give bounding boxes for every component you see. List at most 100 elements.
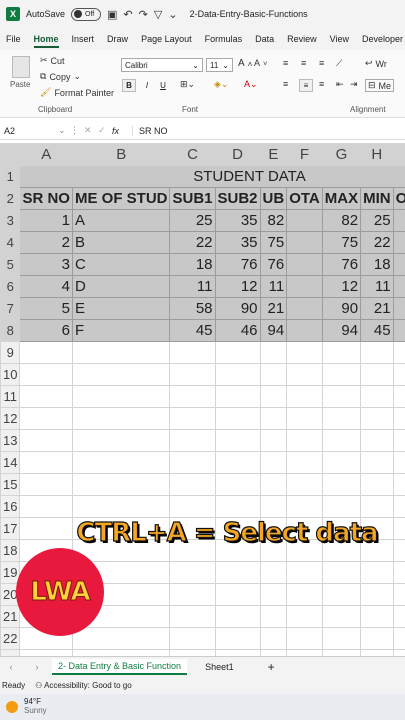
indent-icon[interactable]: ⇤ (336, 79, 344, 90)
cell[interactable]: A (71, 209, 171, 232)
column-header-e[interactable]: E (259, 143, 288, 166)
cell[interactable] (360, 473, 394, 496)
grow-font-icon[interactable]: A ˄ (238, 58, 253, 69)
cell[interactable] (169, 473, 216, 496)
align-left-icon[interactable]: ≡ (283, 79, 288, 89)
cell[interactable] (321, 627, 362, 650)
prev-sheet-icon[interactable]: ‹ (0, 662, 22, 672)
align-bottom-icon[interactable]: ≡ (319, 58, 324, 68)
header-cell[interactable]: UB (259, 187, 288, 210)
row-header[interactable]: 21 (0, 605, 21, 628)
cell[interactable] (71, 627, 171, 650)
accessibility-status[interactable]: ⚇ Accessibility: Good to go (35, 681, 132, 690)
merge-button[interactable]: ⊟ Me (365, 79, 395, 92)
cell[interactable]: 4 (19, 275, 73, 298)
cell[interactable]: E (71, 297, 171, 320)
cell[interactable] (360, 583, 394, 606)
cell[interactable] (286, 341, 323, 364)
cell[interactable] (214, 561, 261, 584)
row-header[interactable]: 4 (0, 231, 21, 254)
cell[interactable] (360, 341, 394, 364)
add-sheet-button[interactable]: + (268, 660, 275, 674)
paste-icon[interactable] (12, 56, 30, 78)
cell[interactable] (214, 341, 261, 364)
cell[interactable] (392, 429, 405, 452)
cell[interactable] (286, 451, 323, 474)
font-color-icon[interactable]: A⌄ (244, 79, 258, 90)
tab-review[interactable]: Review (287, 34, 317, 44)
cell[interactable] (259, 627, 288, 650)
name-box[interactable]: A2 (0, 126, 58, 136)
row-header[interactable]: 11 (0, 385, 21, 408)
header-cell[interactable]: OUN (392, 187, 405, 210)
row-header[interactable]: 22 (0, 627, 21, 650)
cell[interactable] (214, 583, 261, 606)
select-all-corner[interactable] (0, 143, 21, 166)
cell[interactable] (214, 407, 261, 430)
cell[interactable] (392, 407, 405, 430)
cell[interactable] (286, 627, 323, 650)
underline-button[interactable]: U (156, 79, 170, 92)
row-header[interactable]: 5 (0, 253, 21, 276)
undo-icon[interactable]: ↶ (123, 8, 132, 21)
cell[interactable]: 94 (259, 319, 288, 342)
formula-input[interactable]: SR NO (132, 125, 405, 136)
cell[interactable] (169, 385, 216, 408)
cell[interactable] (71, 451, 171, 474)
title-cell[interactable]: STUDENT DATA (19, 165, 405, 188)
tab-insert[interactable]: Insert (72, 34, 95, 44)
cell[interactable] (392, 605, 405, 628)
cell[interactable] (214, 363, 261, 386)
cell[interactable] (19, 407, 73, 430)
cell[interactable]: 25 (169, 209, 216, 232)
cell[interactable]: 75 (259, 231, 288, 254)
cell[interactable] (392, 341, 405, 364)
column-header-d[interactable]: D (214, 143, 261, 166)
cell[interactable] (259, 407, 288, 430)
align-top-icon[interactable]: ≡ (283, 58, 288, 68)
cell[interactable] (286, 319, 323, 342)
cell[interactable] (286, 583, 323, 606)
cell[interactable] (71, 363, 171, 386)
cell[interactable] (214, 473, 261, 496)
tab-home[interactable]: Home (33, 34, 59, 48)
tab-draw[interactable]: Draw (107, 34, 128, 44)
align-center-icon[interactable]: ≡ (299, 79, 313, 92)
cell[interactable]: 3 (392, 253, 405, 276)
cell[interactable] (286, 275, 323, 298)
row-header[interactable]: 14 (0, 451, 21, 474)
save-icon[interactable]: ▣ (107, 8, 117, 21)
row-header[interactable]: 8 (0, 319, 21, 342)
tab-file[interactable]: File (6, 34, 21, 44)
cell[interactable] (71, 429, 171, 452)
cell[interactable] (360, 407, 394, 430)
cell[interactable] (360, 429, 394, 452)
cell[interactable] (360, 605, 394, 628)
cell[interactable] (360, 627, 394, 650)
cell[interactable] (321, 605, 362, 628)
cell[interactable] (321, 407, 362, 430)
cell[interactable]: 76 (214, 253, 261, 276)
cell[interactable] (259, 473, 288, 496)
cell[interactable]: 3 (392, 209, 405, 232)
cell[interactable] (259, 561, 288, 584)
cell[interactable] (392, 561, 405, 584)
cell[interactable] (214, 605, 261, 628)
cell[interactable] (321, 363, 362, 386)
header-cell[interactable]: MIN (360, 187, 394, 210)
cell[interactable]: 94 (321, 319, 362, 342)
cell[interactable] (321, 473, 362, 496)
shrink-font-icon[interactable]: A ˅ (254, 58, 267, 68)
cell[interactable]: 76 (321, 253, 362, 276)
cell[interactable]: 6 (19, 319, 73, 342)
column-header-f[interactable]: F (286, 143, 323, 166)
cell[interactable]: 75 (321, 231, 362, 254)
cell[interactable] (169, 627, 216, 650)
cell[interactable] (214, 451, 261, 474)
customize-icon[interactable]: ⌄ (168, 8, 177, 21)
cell[interactable] (259, 429, 288, 452)
cell[interactable] (286, 561, 323, 584)
next-sheet-icon[interactable]: › (22, 662, 52, 672)
cell[interactable] (392, 517, 405, 540)
cell[interactable] (392, 495, 405, 518)
